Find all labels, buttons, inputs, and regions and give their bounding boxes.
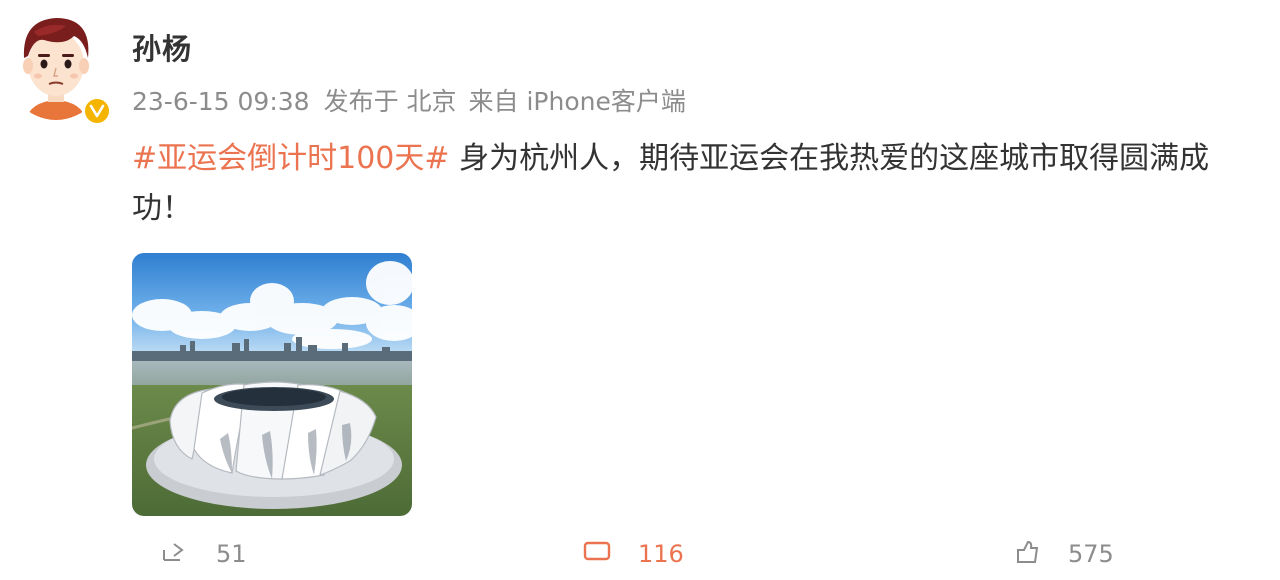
like-icon <box>1017 540 1039 563</box>
like-button[interactable]: 575 <box>1012 540 1114 568</box>
share-button[interactable]: 51 <box>160 540 247 568</box>
post-content: #亚运会倒计时100天# 身为杭州人，期待亚运会在我热爱的这座城市取得圆满成功！ <box>132 134 1252 234</box>
action-bar: 51 116 575 <box>0 540 1280 580</box>
comment-button[interactable]: 116 <box>582 540 684 568</box>
stadium-photo[interactable] <box>132 253 412 516</box>
share-icon <box>163 543 184 561</box>
weibo-post: 孙杨 23-6-15 09:38 发布于 北京 来自 iPhone客户端 #亚运会倒… <box>0 0 1280 568</box>
post-location: 发布于 北京 <box>323 87 457 116</box>
post-source: 来自 iPhone客户端 <box>468 87 686 116</box>
avatar-container[interactable] <box>4 6 112 126</box>
verified-badge-icon <box>82 96 112 126</box>
username[interactable]: 孙杨 <box>132 26 192 68</box>
post-meta: 23-6-15 09:38 发布于 北京 来自 iPhone客户端 <box>132 82 698 118</box>
post-time[interactable]: 23-6-15 09:38 <box>132 87 310 116</box>
hashtag-link[interactable]: #亚运会倒计时100天# <box>132 141 450 176</box>
stadium-image <box>132 253 412 516</box>
comment-count: 116 <box>638 540 684 568</box>
like-count: 575 <box>1068 540 1114 568</box>
comment-icon <box>583 541 611 561</box>
share-count: 51 <box>216 540 247 568</box>
